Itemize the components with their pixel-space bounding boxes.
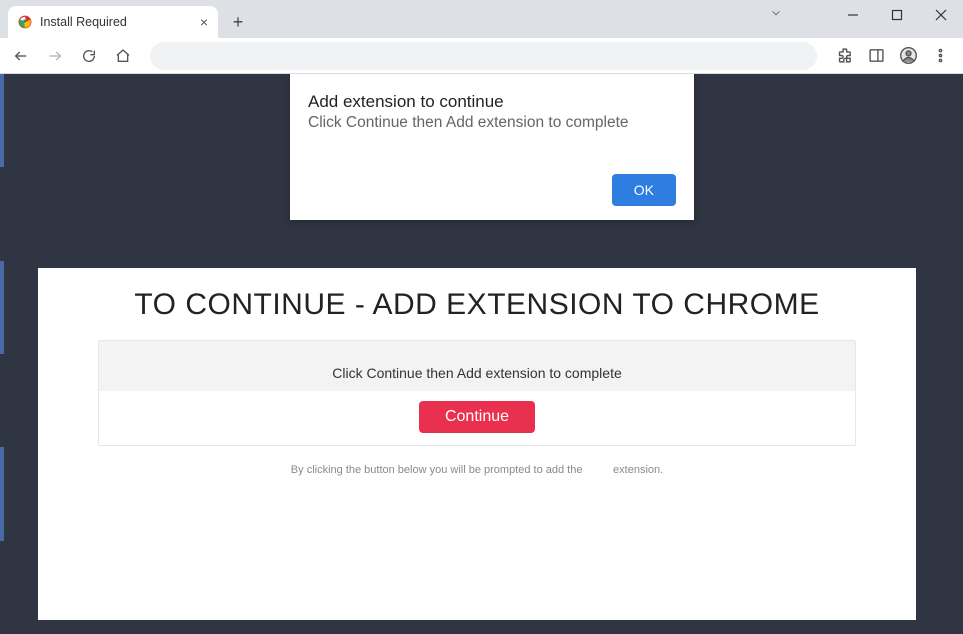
tab-close-icon[interactable]: × [200,14,208,30]
extensions-icon[interactable] [829,41,859,71]
browser-tab[interactable]: Install Required × [8,6,218,38]
instruction-text: Click Continue then Add extension to com… [99,341,855,391]
maximize-button[interactable] [875,0,919,30]
left-stripe [0,74,4,634]
window-controls [831,0,963,30]
continue-button[interactable]: Continue [419,401,535,433]
menu-icon[interactable] [925,41,955,71]
minimize-button[interactable] [831,0,875,30]
page-heading: TO CONTINUE - ADD EXTENSION TO CHROME [98,288,856,322]
toolbar [0,38,963,74]
side-panel-icon[interactable] [861,41,891,71]
home-button[interactable] [108,41,138,71]
tab-search-chevron-icon[interactable] [769,6,783,25]
alert-dialog: Add extension to continue Click Continue… [290,74,694,220]
dialog-subtitle: Click Continue then Add extension to com… [308,114,676,132]
profile-icon[interactable] [893,41,923,71]
close-window-button[interactable] [919,0,963,30]
back-button[interactable] [6,41,36,71]
favicon-icon [18,15,32,29]
forward-button[interactable] [40,41,70,71]
page-content: Add extension to continue Click Continue… [0,74,963,634]
reload-button[interactable] [74,41,104,71]
dialog-title: Add extension to continue [308,92,676,112]
main-card: TO CONTINUE - ADD EXTENSION TO CHROME Cl… [38,268,916,620]
address-bar[interactable] [150,42,817,70]
tab-title: Install Required [40,15,192,29]
new-tab-button[interactable]: + [224,8,252,36]
footnote: By clicking the button below you will be… [98,464,856,476]
titlebar: Install Required × + [0,0,963,38]
dialog-ok-button[interactable]: OK [612,174,676,206]
instruction-panel: Click Continue then Add extension to com… [98,340,856,446]
